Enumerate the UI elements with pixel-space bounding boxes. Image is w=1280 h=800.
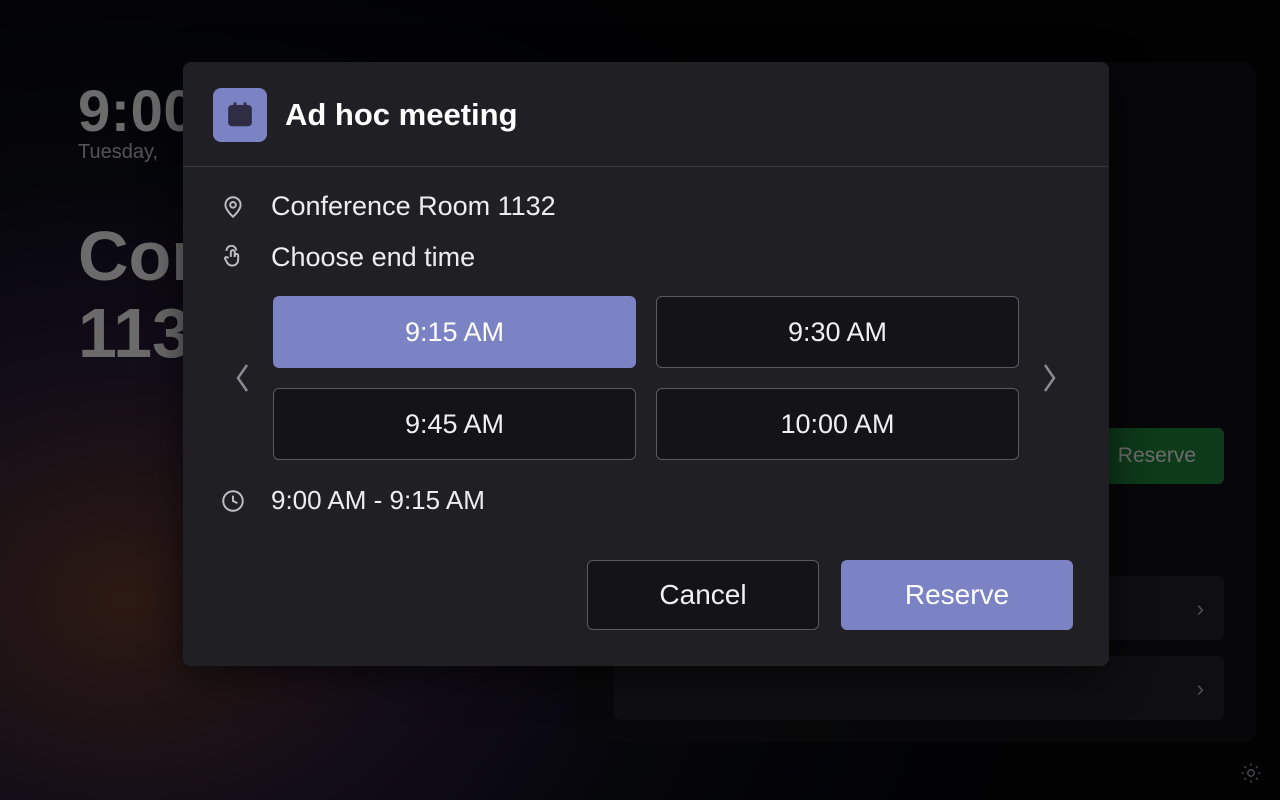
dialog-footer: Cancel Reserve <box>183 546 1109 666</box>
location-icon <box>219 193 247 221</box>
choose-end-time-row: Choose end time <box>219 242 1073 273</box>
reserve-button-label: Reserve <box>905 579 1009 611</box>
room-name: Conference Room 1132 <box>271 191 556 222</box>
cancel-button[interactable]: Cancel <box>587 560 819 630</box>
choose-end-time-label: Choose end time <box>271 242 475 273</box>
dialog-title: Ad hoc meeting <box>285 97 518 133</box>
calendar-icon <box>213 88 267 142</box>
next-times-button[interactable] <box>1025 293 1073 463</box>
chevron-right-icon <box>1039 361 1059 395</box>
cancel-button-label: Cancel <box>659 579 746 611</box>
adhoc-meeting-dialog: Ad hoc meeting Conference Room 1132 Choo… <box>183 62 1109 666</box>
time-summary-row: 9:00 AM - 9:15 AM <box>219 485 1073 516</box>
time-option-3[interactable]: 9:45 AM <box>273 388 636 460</box>
room-row: Conference Room 1132 <box>219 191 1073 222</box>
dialog-header: Ad hoc meeting <box>183 62 1109 167</box>
tap-icon <box>219 244 247 272</box>
time-option-4[interactable]: 10:00 AM <box>656 388 1019 460</box>
time-option-2[interactable]: 9:30 AM <box>656 296 1019 368</box>
time-summary: 9:00 AM - 9:15 AM <box>271 485 485 516</box>
chevron-left-icon <box>233 361 253 395</box>
dialog-body: Conference Room 1132 Choose end time 9:1… <box>183 167 1109 516</box>
time-option-1[interactable]: 9:15 AM <box>273 296 636 368</box>
reserve-button[interactable]: Reserve <box>841 560 1073 630</box>
previous-times-button[interactable] <box>219 293 267 463</box>
time-options-grid: 9:15 AM 9:30 AM 9:45 AM 10:00 AM <box>267 296 1025 460</box>
clock-icon <box>219 487 247 515</box>
end-time-picker: 9:15 AM 9:30 AM 9:45 AM 10:00 AM <box>219 293 1073 463</box>
